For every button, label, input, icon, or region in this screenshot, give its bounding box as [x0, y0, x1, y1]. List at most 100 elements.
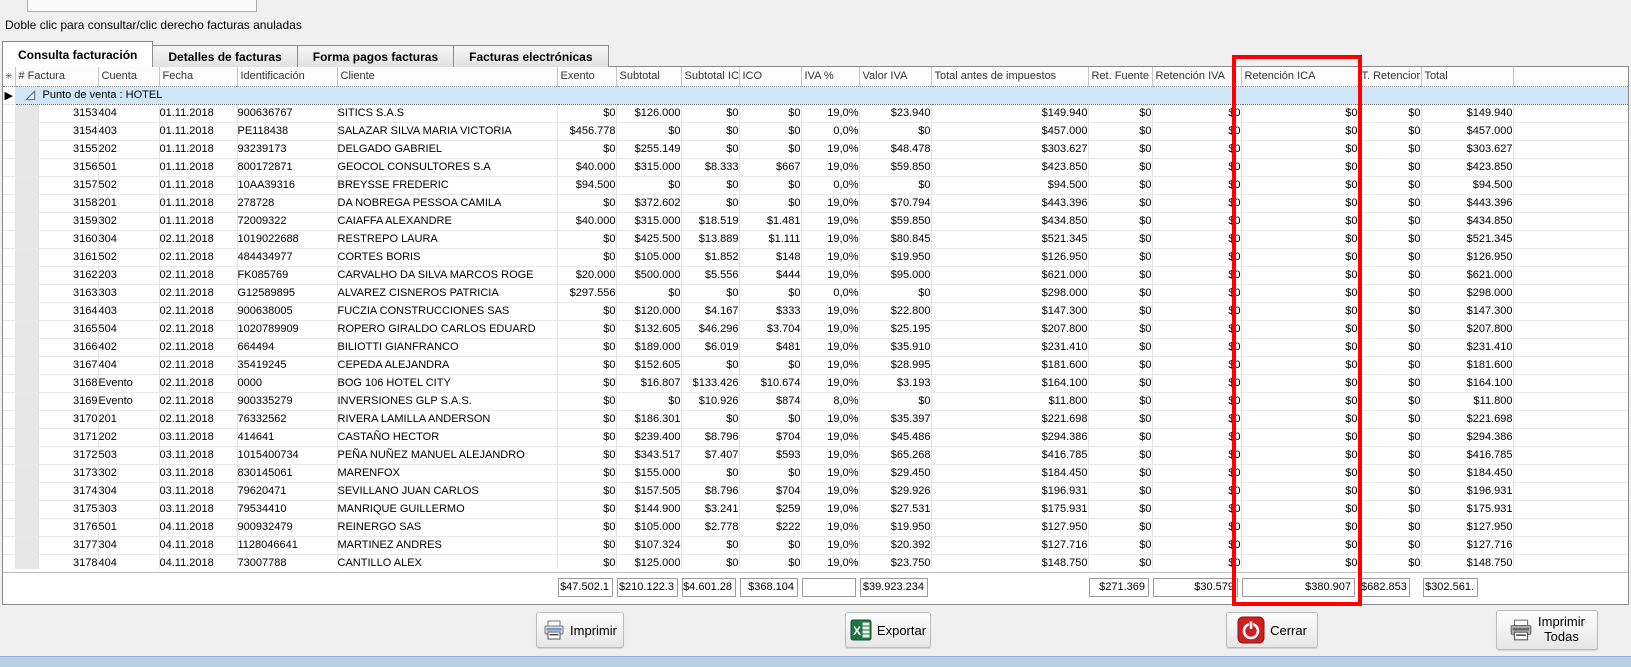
table-row[interactable]: 315650101.11.2018800172871GEOCOL CONSULT…	[3, 158, 1628, 176]
cell-valor-iva: $0	[859, 284, 931, 302]
filler-cell	[1513, 374, 1628, 392]
table-row[interactable]: 316330302.11.2018G12589895ALVAREZ CISNER…	[3, 284, 1628, 302]
column-header-subtotal-ico[interactable]: Subtotal ICO	[681, 67, 739, 86]
cell-total: $416.785	[1421, 446, 1513, 464]
table-row[interactable]: 316640202.11.2018664494BILIOTTI GIANFRAN…	[3, 338, 1628, 356]
group-expand-icon[interactable]	[25, 90, 36, 101]
cell-retenci-n-iva: $0	[1152, 284, 1241, 302]
cell-ret-fuente: $0	[1088, 284, 1152, 302]
cell-identificaci-n: 10AA39316	[237, 176, 337, 194]
table-row[interactable]: 317840404.11.201873007788CANTILLO ALEX$0…	[3, 554, 1628, 569]
cell-retenci-n-iva: $0	[1152, 500, 1241, 518]
table-row[interactable]: 316220302.11.2018FK085769CARVALHO DA SIL…	[3, 266, 1628, 284]
cell-fecha: 01.11.2018	[159, 104, 237, 122]
table-row[interactable]: 315340401.11.2018900636767SITICS S.A.S$0…	[3, 104, 1628, 122]
column-header-cliente[interactable]: Cliente	[337, 67, 557, 86]
table-row[interactable]: 317430403.11.201879620471SEVILLANO JUAN …	[3, 482, 1628, 500]
table-row[interactable]: 316550402.11.20181020789909ROPERO GIRALD…	[3, 320, 1628, 338]
table-row[interactable]: 315930201.11.201872009322CAIAFFA ALEXAND…	[3, 212, 1628, 230]
cell-cliente: FUCZIA CONSTRUCCIONES SAS	[337, 302, 557, 320]
cell-subtotal-ico: $1.852	[681, 248, 739, 266]
cell-cliente: BOG 106 HOTEL CITY	[337, 374, 557, 392]
column-header-subtotal[interactable]: Subtotal	[616, 67, 681, 86]
cell-subtotal-ico: $0	[681, 176, 739, 194]
tab-consulta-facturaci-n[interactable]: Consulta facturación	[2, 41, 153, 67]
tab-forma-pagos-facturas[interactable]: Forma pagos facturas	[297, 45, 454, 67]
column-header-exento[interactable]: Exento	[557, 67, 616, 86]
tab-detalles-de-facturas[interactable]: Detalles de facturas	[152, 45, 297, 67]
table-row[interactable]: 317120203.11.2018414641CASTAÑO HECTOR$0$…	[3, 428, 1628, 446]
cell-iva: 19,0%	[801, 248, 859, 266]
cell-retenci-n-iva: $0	[1152, 554, 1241, 569]
column-header-retenci-n-ica[interactable]: Retención ICA	[1241, 67, 1358, 86]
table-row[interactable]: 316740402.11.201835419245CEPEDA ALEJANDR…	[3, 356, 1628, 374]
column-header-total-antes-de-impuestos[interactable]: Total antes de impuestos	[931, 67, 1088, 86]
table-row[interactable]: 317330203.11.2018830145061MARENFOX$0$155…	[3, 464, 1628, 482]
group-indent-cell	[15, 392, 38, 410]
cell-ret-fuente: $0	[1088, 428, 1152, 446]
table-row[interactable]: 317650104.11.2018900932479REINERGO SAS$0…	[3, 518, 1628, 536]
row-indicator-cell	[3, 248, 15, 266]
cell-exento: $40.000	[557, 212, 616, 230]
cell-identificaci-n: 278728	[237, 194, 337, 212]
cell-exento: $0	[557, 374, 616, 392]
column-header-iva[interactable]: IVA %	[801, 67, 859, 86]
cerrar-button[interactable]: Cerrar	[1226, 612, 1318, 648]
table-row[interactable]: 316150202.11.2018484434977CORTES BORIS$0…	[3, 248, 1628, 266]
table-row[interactable]: 316440302.11.2018900638005FUCZIA CONSTRU…	[3, 302, 1628, 320]
column-header-ico[interactable]: ICO	[739, 67, 801, 86]
table-row[interactable]: 317730404.11.20181128046641MARTINEZ ANDR…	[3, 536, 1628, 554]
cell-identificaci-n: 35419245	[237, 356, 337, 374]
cell-retenci-n-ica: $0	[1241, 122, 1358, 140]
column-header-identificaci-n[interactable]: Identificación	[237, 67, 337, 86]
row-indicator-cell	[3, 356, 15, 374]
cell-total-antes-de-impuestos: $149.940	[931, 104, 1088, 122]
column-header-fecha[interactable]: Fecha	[159, 67, 237, 86]
table-row[interactable]: 315750201.11.201810AA39316BREYSSE FREDER…	[3, 176, 1628, 194]
cell-subtotal: $125.000	[616, 554, 681, 569]
column-header-valor-iva[interactable]: Valor IVA	[859, 67, 931, 86]
table-row[interactable]: 3168Evento02.11.20180000BOG 106 HOTEL CI…	[3, 374, 1628, 392]
column-header-cuenta[interactable]: Cuenta	[98, 67, 159, 86]
summary-retencion-iva: $30.579	[1153, 578, 1238, 597]
imprimir-button[interactable]: Imprimir	[536, 612, 624, 648]
cell-identificaci-n: 79620471	[237, 482, 337, 500]
cell-exento: $0	[557, 392, 616, 410]
hint-text: Doble clic para consultar/clic derecho f…	[5, 18, 302, 32]
cell-total-antes-de-impuestos: $221.698	[931, 410, 1088, 428]
exportar-label: Exportar	[877, 623, 926, 638]
exportar-button[interactable]: X Exportar	[845, 612, 931, 648]
group-row-punto-de-venta[interactable]: ▶Punto de venta : HOTEL	[3, 86, 1628, 104]
cell-exento: $0	[557, 194, 616, 212]
cell-t-retencior: $0	[1358, 302, 1421, 320]
table-row[interactable]: 316030402.11.20181019022688RESTREPO LAUR…	[3, 230, 1628, 248]
cell-exento: $0	[557, 464, 616, 482]
cell-total: $181.600	[1421, 356, 1513, 374]
table-row[interactable]: 317250303.11.20181015400734PEÑA NUÑEZ MA…	[3, 446, 1628, 464]
cell-t-retencior: $0	[1358, 140, 1421, 158]
cell-subtotal: $105.000	[616, 518, 681, 536]
table-row[interactable]: 315820101.11.2018278728DA NOBREGA PESSOA…	[3, 194, 1628, 212]
table-row[interactable]: 317020102.11.201876332562RIVERA LAMILLA …	[3, 410, 1628, 428]
cell-ico: $222	[739, 518, 801, 536]
cell-retenci-n-iva: $0	[1152, 518, 1241, 536]
column-header-factura[interactable]: # Factura	[15, 67, 98, 86]
tab-facturas-electr-nicas[interactable]: Facturas electrónicas	[453, 45, 608, 67]
column-header-t-retencior[interactable]: T. Retencior	[1358, 67, 1421, 86]
cell-retenci-n-ica: $0	[1241, 194, 1358, 212]
column-header-ret-fuente[interactable]: Ret. Fuente	[1088, 67, 1152, 86]
table-row[interactable]: 317530303.11.201879534410MANRIQUE GUILLE…	[3, 500, 1628, 518]
table-row[interactable]: 315440301.11.2018PE118438SALAZAR SILVA M…	[3, 122, 1628, 140]
cell-ret-fuente: $0	[1088, 302, 1152, 320]
column-header-total[interactable]: Total	[1421, 67, 1513, 86]
cell-ret-fuente: $0	[1088, 554, 1152, 569]
column-header-retenci-n-iva[interactable]: Retención IVA	[1152, 67, 1241, 86]
cell-valor-iva: $3.193	[859, 374, 931, 392]
imprimir-todas-button[interactable]: Imprimir Todas	[1496, 610, 1598, 650]
tab-page-consulta-facturacion: ✳# FacturaCuentaFechaIdentificaciónClien…	[2, 66, 1629, 605]
group-indent-cell	[15, 464, 38, 482]
cell-total: $127.716	[1421, 536, 1513, 554]
table-row[interactable]: 3169Evento02.11.2018900335279INVERSIONES…	[3, 392, 1628, 410]
table-row[interactable]: 315520201.11.201893239173DELGADO GABRIEL…	[3, 140, 1628, 158]
cell-total-antes-de-impuestos: $184.450	[931, 464, 1088, 482]
